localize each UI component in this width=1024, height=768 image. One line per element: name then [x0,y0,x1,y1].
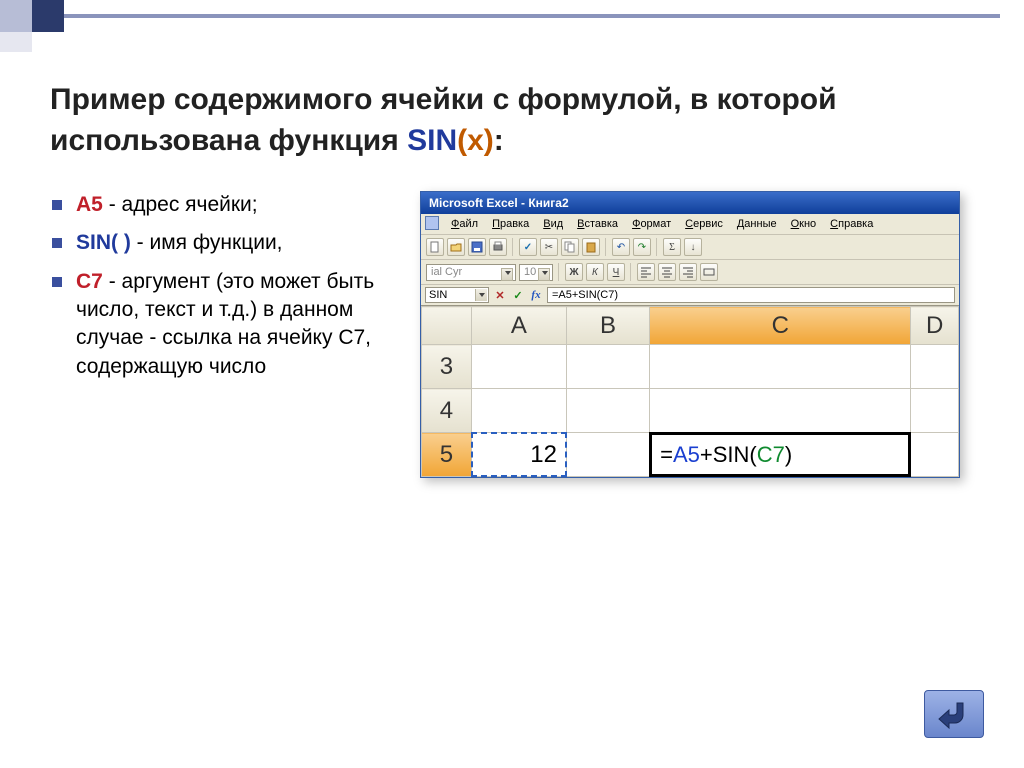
bullet-list: А5 - адрес ячейки; SIN( ) - имя функции,… [50,191,390,381]
underline-button[interactable]: Ч [607,263,625,281]
cell-d5[interactable] [911,433,959,477]
slide-decoration [0,0,200,60]
excel-titlebar: Microsoft Excel - Книга2 [421,192,959,214]
redo-icon[interactable]: ↷ [633,238,651,256]
print-icon[interactable] [489,238,507,256]
excel-menubar: Файл Правка Вид Вставка Формат Сервис Да… [421,214,959,235]
title-fn: SIN [407,124,457,157]
row-header-3[interactable]: 3 [422,345,472,389]
bullet-1: А5 - адрес ячейки; [50,191,390,219]
cell-b5[interactable] [566,433,649,477]
enter-icon[interactable]: ✓ [511,288,525,302]
cell-a3[interactable] [471,345,566,389]
align-left-icon[interactable] [637,263,655,281]
font-combo[interactable]: ial Cyr [426,264,516,281]
undo-icon[interactable]: ↶ [612,238,630,256]
excel-screenshot: Microsoft Excel - Книга2 Файл Правка Вид… [420,191,960,478]
cut-icon[interactable]: ✂ [540,238,558,256]
autosum-icon[interactable]: Σ [663,238,681,256]
fontsize-combo[interactable]: 10 [519,264,553,281]
cell-c5[interactable]: =A5+SIN(C7) [650,433,911,477]
menu-data[interactable]: Данные [731,216,783,232]
excel-toolbar: ✓ ✂ ↶ ↷ Σ ↓ [421,235,959,260]
merge-icon[interactable] [700,263,718,281]
menu-edit[interactable]: Правка [486,216,535,232]
formula-bar: SIN ✕ ✓ fx =A5+SIN(C7) [421,285,959,306]
bullet-3: С7 - аргумент (это может быть число, тек… [50,268,390,381]
cell-c3[interactable] [650,345,911,389]
paste-icon[interactable] [582,238,600,256]
title-arg: (x) [457,124,494,157]
col-header-c[interactable]: C [650,307,911,345]
save-icon[interactable] [468,238,486,256]
spellcheck-icon[interactable]: ✓ [519,238,537,256]
col-header-d[interactable]: D [911,307,959,345]
open-icon[interactable] [447,238,465,256]
title-post: : [494,124,504,157]
slide-title: Пример содержимого ячейки с формулой, в … [50,80,974,161]
cell-b4[interactable] [566,389,649,433]
spreadsheet-grid[interactable]: A B C D 3 [421,306,959,477]
excel-format-bar: ial Cyr 10 Ж К Ч [421,260,959,285]
fx-icon[interactable]: fx [529,288,543,302]
cell-a5[interactable]: 12 [471,433,566,477]
cell-c4[interactable] [650,389,911,433]
cell-d4[interactable] [911,389,959,433]
menu-view[interactable]: Вид [537,216,569,232]
copy-icon[interactable] [561,238,579,256]
back-button[interactable] [924,690,984,738]
italic-button[interactable]: К [586,263,604,281]
col-header-a[interactable]: A [471,307,566,345]
menu-tools[interactable]: Сервис [679,216,729,232]
bullet-2: SIN( ) - имя функции, [50,229,390,257]
bold-button[interactable]: Ж [565,263,583,281]
formula-input[interactable]: =A5+SIN(C7) [547,287,955,303]
cancel-icon[interactable]: ✕ [493,288,507,302]
row-header-5[interactable]: 5 [422,433,472,477]
sort-asc-icon[interactable]: ↓ [684,238,702,256]
select-all-corner[interactable] [422,307,472,345]
cell-d3[interactable] [911,345,959,389]
u-turn-icon [933,697,975,731]
name-box[interactable]: SIN [425,287,489,303]
menu-file[interactable]: Файл [445,216,484,232]
row-header-4[interactable]: 4 [422,389,472,433]
align-right-icon[interactable] [679,263,697,281]
align-center-icon[interactable] [658,263,676,281]
cell-a4[interactable] [471,389,566,433]
menu-window[interactable]: Окно [785,216,823,232]
cell-b3[interactable] [566,345,649,389]
new-icon[interactable] [426,238,444,256]
menu-format[interactable]: Формат [626,216,677,232]
app-icon [425,216,439,230]
col-header-b[interactable]: B [566,307,649,345]
cell-c5-formula: =A5+SIN(C7) [649,432,911,477]
menu-help[interactable]: Справка [824,216,879,232]
menu-insert[interactable]: Вставка [571,216,624,232]
